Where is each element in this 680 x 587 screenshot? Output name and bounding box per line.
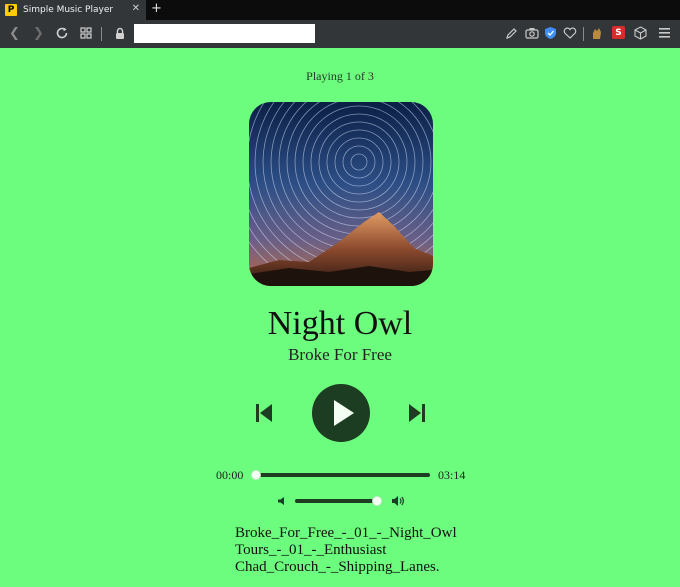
- toolbar-divider: [101, 27, 102, 41]
- playlist-item[interactable]: Chad_Crouch_-_Shipping_Lanes.: [235, 559, 457, 576]
- album-art: [249, 102, 433, 286]
- playlist-item[interactable]: Tours_-_01_-_Enthusiast: [235, 542, 457, 559]
- forward-arrow-icon[interactable]: ❯: [33, 26, 44, 42]
- playlist-item[interactable]: Broke_For_Free_-_01_-_Night_Owl: [235, 525, 457, 542]
- tab-favicon-icon: P: [5, 4, 17, 16]
- volume-slider[interactable]: [295, 496, 382, 506]
- heart-icon[interactable]: [563, 27, 577, 39]
- playing-status: Playing 1 of 3: [306, 69, 374, 83]
- extension-icon[interactable]: [590, 26, 603, 40]
- total-time: 03:14: [438, 468, 466, 482]
- menu-icon[interactable]: [659, 28, 670, 38]
- lock-icon: [116, 27, 124, 39]
- play-icon: [334, 400, 354, 426]
- close-tab-icon[interactable]: ✕: [132, 3, 140, 14]
- new-tab-button[interactable]: +: [151, 1, 162, 16]
- tab-title: Simple Music Player: [23, 5, 114, 15]
- volume-down-icon[interactable]: [277, 496, 287, 506]
- browser-toolbar: ❮ ❯ S: [0, 20, 680, 48]
- reload-icon[interactable]: [55, 26, 69, 40]
- address-bar[interactable]: [134, 24, 315, 43]
- tab-active[interactable]: P Simple Music Player ✕: [0, 0, 146, 20]
- playlist: Broke_For_Free_-_01_-_Night_Owl Tours_-_…: [235, 525, 457, 576]
- current-time: 00:00: [216, 468, 244, 482]
- edit-icon[interactable]: [505, 27, 518, 40]
- shield-icon[interactable]: [544, 26, 557, 40]
- grid-icon[interactable]: [80, 27, 92, 39]
- cube-icon[interactable]: [634, 26, 647, 40]
- volume-slider-thumb[interactable]: [371, 496, 382, 506]
- play-button[interactable]: [312, 384, 370, 442]
- album-art-image: [249, 102, 433, 286]
- s-badge-icon[interactable]: S: [612, 26, 625, 39]
- volume-up-icon[interactable]: [391, 495, 405, 507]
- back-arrow-icon[interactable]: ❮: [9, 26, 20, 42]
- next-track-button[interactable]: [407, 401, 427, 425]
- track-artist: Broke For Free: [288, 345, 392, 364]
- tab-bar: P Simple Music Player ✕ +: [0, 0, 680, 20]
- seek-slider[interactable]: [251, 470, 430, 480]
- toolbar-divider-2: [583, 27, 584, 41]
- seek-slider-thumb[interactable]: [251, 470, 261, 480]
- previous-track-button[interactable]: [254, 401, 274, 425]
- camera-icon[interactable]: [525, 27, 539, 39]
- track-title: Night Owl: [267, 305, 413, 342]
